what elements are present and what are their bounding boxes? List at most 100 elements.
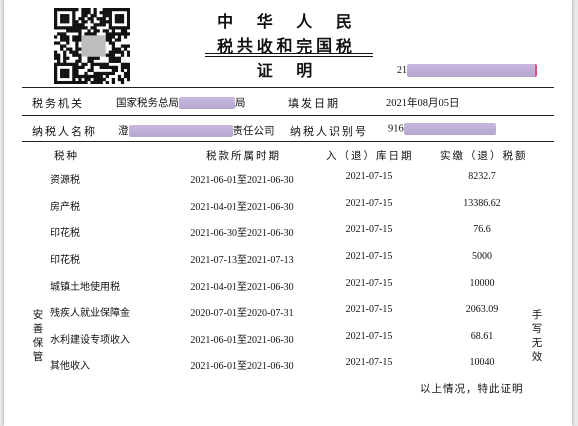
qr-module (60, 62, 64, 66)
qr-module (60, 17, 64, 21)
qr-module (108, 8, 112, 12)
divider-mid (22, 115, 554, 116)
divider-top (22, 87, 554, 88)
qr-module (96, 71, 100, 76)
qr-module (111, 68, 115, 73)
tax-type: 资源税 (50, 175, 80, 186)
qr-module (78, 26, 82, 30)
qr-module (102, 17, 106, 21)
qr-module (66, 14, 70, 18)
qr-module (72, 35, 76, 39)
tax-period: 2021-06-01至2021-06-30 (190, 361, 294, 372)
qr-module (105, 38, 109, 42)
qr-module (60, 20, 64, 24)
qr-module (54, 53, 58, 57)
qr-module (96, 56, 100, 60)
qr-module (87, 11, 91, 15)
qr-module (111, 65, 115, 69)
qr-module (120, 20, 125, 24)
qr-module (111, 32, 115, 36)
taxpayer-id-prefix: 916 (388, 123, 404, 135)
qr-module (123, 26, 128, 30)
qr-module (87, 56, 91, 60)
qr-module (72, 17, 76, 21)
tax-type: 印花税 (50, 255, 80, 266)
payment-date: 2021-07-15 (345, 278, 393, 289)
qr-module (63, 56, 67, 60)
qr-module (75, 23, 79, 27)
qr-module (114, 32, 119, 36)
qr-module (66, 20, 70, 24)
qr-module (126, 23, 130, 27)
qr-module (120, 53, 125, 57)
qr-module (84, 14, 88, 18)
qr-module (120, 8, 125, 12)
qr-module (90, 14, 94, 18)
qr-module (66, 38, 70, 42)
qr-module (105, 71, 109, 76)
qr-module (96, 77, 100, 82)
qr-module (87, 59, 91, 63)
qr-module (111, 50, 115, 54)
qr-module (102, 14, 106, 18)
header-date: 入（退）库日期 (326, 150, 414, 162)
qr-module (99, 11, 103, 15)
qr-module (117, 77, 122, 82)
header-period: 税款所属时期 (206, 150, 281, 162)
qr-module (102, 29, 106, 33)
qr-module (93, 29, 97, 33)
qr-module (75, 59, 79, 63)
qr-module (84, 62, 88, 66)
qr-module (66, 80, 70, 84)
issuer-value-suffix: 局 (235, 97, 246, 109)
qr-module (78, 38, 82, 42)
qr-module (96, 29, 100, 33)
qr-module (81, 62, 85, 66)
table-row: 房产税 2021-04-01至2021-06-30 2021-07-15 133… (4, 198, 572, 218)
qr-module (111, 77, 115, 82)
qr-module (69, 50, 73, 54)
qr-module (111, 29, 115, 33)
qr-module (90, 32, 94, 36)
qr-module (87, 29, 91, 33)
qr-module (81, 8, 85, 12)
qr-module (99, 23, 103, 27)
tax-period: 2021-06-30至2021-06-30 (190, 228, 294, 239)
qr-module (108, 38, 112, 42)
side-note-left: 安 善 保 管 (32, 308, 44, 364)
qr-module (114, 8, 119, 12)
qr-module (93, 62, 97, 66)
side-note-char: 善 (32, 323, 44, 335)
qr-module (63, 74, 67, 79)
amount: 5000 (472, 251, 492, 262)
qr-module (114, 56, 119, 60)
qr-module (126, 50, 130, 54)
qr-module (120, 29, 125, 33)
qr-module (63, 17, 67, 21)
amount: 13386.62 (463, 198, 501, 209)
qr-module (72, 71, 76, 76)
qr-module (54, 26, 58, 30)
payment-date: 2021-07-15 (345, 251, 393, 262)
qr-module (123, 29, 128, 33)
qr-module (93, 71, 97, 76)
qr-module (54, 77, 58, 82)
qr-module (69, 8, 73, 12)
qr-module (108, 17, 112, 21)
qr-module (108, 59, 112, 63)
amount: 8232.7 (468, 171, 496, 182)
qr-module (78, 74, 82, 79)
qr-module (63, 8, 67, 12)
qr-module (90, 62, 94, 66)
table-row: 残疾人就业保障金 2020-07-01至2020-07-31 2021-07-1… (4, 304, 572, 324)
qr-module (99, 74, 103, 79)
qr-module (126, 68, 130, 73)
qr-module (105, 29, 109, 33)
qr-module (75, 47, 79, 51)
qr-module (117, 56, 122, 60)
qr-module (126, 77, 130, 82)
qr-module (108, 20, 112, 24)
qr-module (72, 38, 76, 42)
qr-module (66, 68, 70, 73)
qr-module (111, 56, 115, 60)
